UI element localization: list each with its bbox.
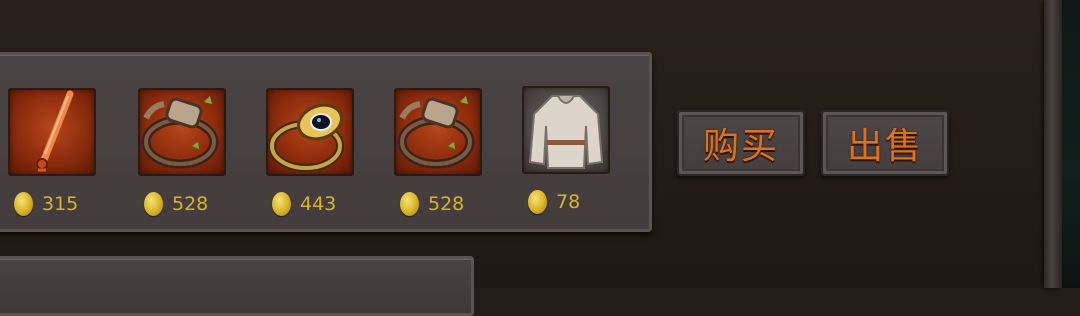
item-5-price-value: 78 <box>556 191 581 213</box>
gold-coin-icon <box>400 192 419 216</box>
item-1-price-value: 315 <box>42 193 79 215</box>
lower-panel <box>0 256 474 316</box>
item-2-price: 528 <box>144 190 208 218</box>
gold-coin-icon <box>528 190 547 214</box>
shop-item-2[interactable] <box>138 88 226 176</box>
staff-icon <box>36 90 74 172</box>
shop-item-5[interactable] <box>522 86 610 174</box>
shop-item-4[interactable] <box>394 88 482 176</box>
buy-button[interactable]: 购买 <box>677 110 805 176</box>
item-4-price-value: 528 <box>428 193 465 215</box>
ring-icon <box>268 103 344 172</box>
item-5-price: 78 <box>528 188 580 216</box>
bracelet-icon <box>397 96 475 169</box>
gold-coin-icon <box>272 192 291 216</box>
window-frame-right <box>1044 0 1062 288</box>
gold-coin-icon <box>14 192 33 216</box>
tunic-icon <box>528 95 604 169</box>
item-3-price: 443 <box>272 190 336 218</box>
item-1-price: 315 <box>14 190 78 218</box>
item-4-price: 528 <box>400 190 464 218</box>
bracelet-icon <box>141 96 219 169</box>
shop-item-1[interactable] <box>8 88 96 176</box>
sell-button[interactable]: 出售 <box>821 110 949 176</box>
gold-coin-icon <box>144 192 163 216</box>
item-2-price-value: 528 <box>172 193 209 215</box>
shop-item-3[interactable] <box>266 88 354 176</box>
item-3-price-value: 443 <box>300 193 337 215</box>
scene-edge <box>1062 0 1080 288</box>
